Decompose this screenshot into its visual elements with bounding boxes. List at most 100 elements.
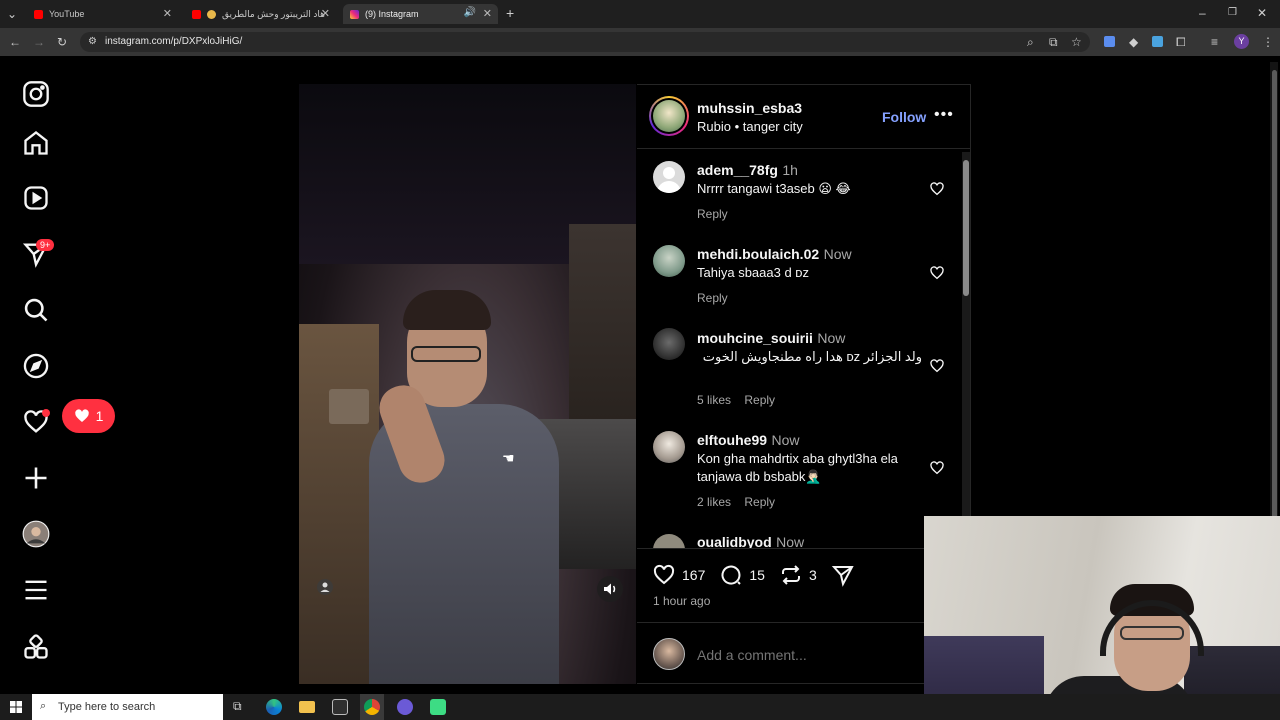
location-name[interactable]: tanger city [743,119,803,134]
author-avatar[interactable] [649,96,689,136]
close-tab-icon[interactable]: ✕ [163,7,172,20]
tab-youtube[interactable]: YouTube ✕ [28,4,178,24]
like-notification-pill[interactable]: 1 [62,399,115,433]
extension-diamond-icon[interactable]: ◆ [1129,35,1138,49]
comment-avatar[interactable] [653,534,685,548]
share-send-icon[interactable] [831,563,855,587]
chrome-icon[interactable] [364,699,380,715]
comment-time[interactable]: Now [776,534,804,548]
comments-list[interactable]: adem__78fg 1h Nrrrr tangawi t3aseb 😦 😂 R… [637,150,961,548]
reply-button[interactable]: Reply [697,291,728,305]
reading-list-icon[interactable]: ≡ [1211,35,1218,49]
audio-playing-icon[interactable]: 🔊 [464,7,476,18]
site-info-icon[interactable]: ⚙ [88,35,97,49]
post-actions: 167 15 3 [652,563,855,587]
mute-toggle-icon[interactable] [597,576,623,602]
divider [637,548,971,549]
comment-avatar[interactable] [653,328,685,360]
reels-icon[interactable] [22,184,50,212]
tab-search-icon[interactable]: ⌄ [7,7,17,21]
comment-like-heart-icon[interactable] [929,181,945,197]
taskbar-search-box[interactable]: ⌕ Type here to search [32,694,223,720]
comment-username[interactable]: elftouhe99 [697,432,767,448]
restore-icon[interactable]: ❐ [1228,6,1237,20]
posted-time[interactable]: 1 hour ago [653,594,710,608]
comment-like-heart-icon[interactable] [929,265,945,281]
comment-like-heart-icon[interactable] [929,358,945,374]
reply-button[interactable]: Reply [744,393,775,407]
explore-compass-icon[interactable] [22,352,50,380]
reply-button[interactable]: Reply [697,207,728,221]
comment-username[interactable]: mouhcine_souirii [697,330,813,346]
reel-video[interactable]: ☚ [299,84,636,684]
windows-start-icon[interactable] [10,700,22,713]
extensions-puzzle-icon[interactable]: ⧠ [1176,35,1186,49]
extension-blue-icon[interactable] [1152,36,1163,47]
person-glasses [1120,626,1184,640]
forward-icon[interactable]: → [33,35,45,49]
comment-time[interactable]: Now [771,432,799,448]
close-window-icon[interactable]: ✕ [1257,6,1267,20]
taskbar-search-placeholder: Type here to search [58,701,156,713]
url-text[interactable]: instagram.com/p/DXPxloJiHiG/ [105,36,242,47]
edge-browser-icon[interactable] [266,699,282,715]
like-heart-icon[interactable] [652,563,676,587]
instagram-logo-icon[interactable] [22,80,50,108]
comment-icon[interactable] [719,563,743,587]
instagram-favicon-icon [350,9,359,19]
zoom-icon[interactable]: ⌕ [1027,35,1034,49]
follow-button[interactable]: Follow [882,109,926,125]
obs-recorder-icon[interactable] [397,699,413,715]
new-tab-icon[interactable]: + [506,6,514,20]
comments-scrollbar-thumb[interactable] [963,160,969,296]
comment-likes[interactable]: 2 likes [697,495,731,509]
reposts-count[interactable]: 3 [809,567,817,583]
task-view-icon[interactable]: ⧉ [233,699,242,714]
comment-username[interactable]: oualidbyod [697,534,772,548]
close-tab-icon[interactable]: ✕ [483,7,492,20]
profile-avatar-icon[interactable]: Y [1234,34,1249,49]
comment-header: elftouhe99 Now [697,432,799,450]
comment-avatar[interactable] [653,431,685,463]
tab-youtube-2[interactable]: هاد التريبتور وحش مالطريق ✕ [186,4,336,24]
comment-avatar[interactable] [653,161,685,193]
more-options-icon[interactable]: ••• [934,106,954,124]
bookmark-star-icon[interactable]: ☆ [1071,35,1082,49]
author-username[interactable]: muhssin_esba3 [697,100,802,116]
comment-username[interactable]: mehdi.boulaich.02 [697,246,819,262]
back-icon[interactable]: ← [9,35,21,49]
create-plus-icon[interactable] [22,464,50,492]
comment-meta: 5 likes Reply [697,393,775,407]
comment-time[interactable]: 1h [782,162,798,178]
comment-time[interactable]: Now [824,246,852,262]
android-app-icon[interactable] [430,699,446,715]
minimize-icon[interactable]: – [1199,6,1206,20]
audio-name[interactable]: Rubio [697,119,731,134]
tab-instagram[interactable]: (9) Instagram 🔊 ✕ [343,4,498,24]
repost-icon[interactable] [779,563,803,587]
tagged-user-icon[interactable] [317,579,333,595]
translate-extension-icon[interactable] [1104,36,1115,47]
likes-count[interactable]: 167 [682,567,705,583]
reply-button[interactable]: Reply [744,495,775,509]
more-menu-icon[interactable] [22,576,50,604]
close-tab-icon[interactable]: ✕ [321,7,330,20]
notifications-heart-icon[interactable] [22,408,50,436]
comment-username[interactable]: adem__78fg [697,162,778,178]
file-explorer-icon[interactable] [299,701,315,713]
add-comment-input[interactable] [697,645,917,665]
store-icon[interactable] [332,699,348,715]
also-from-meta-icon[interactable] [22,633,50,661]
cast-icon[interactable]: ⧉ [1049,35,1058,49]
comment-like-heart-icon[interactable] [929,460,945,476]
comments-count[interactable]: 15 [749,567,765,583]
home-icon[interactable] [22,129,50,157]
comment-avatar[interactable] [653,245,685,277]
comment-text: Nrrrr tangawi t3aseb 😦 😂 [697,181,851,196]
comment-likes[interactable]: 5 likes [697,393,731,407]
comment-time[interactable]: Now [817,330,845,346]
search-icon[interactable] [22,296,50,324]
menu-kebab-icon[interactable]: ⋮ [1262,35,1274,49]
reload-icon[interactable]: ↻ [57,35,67,49]
profile-nav-avatar[interactable] [22,520,50,548]
